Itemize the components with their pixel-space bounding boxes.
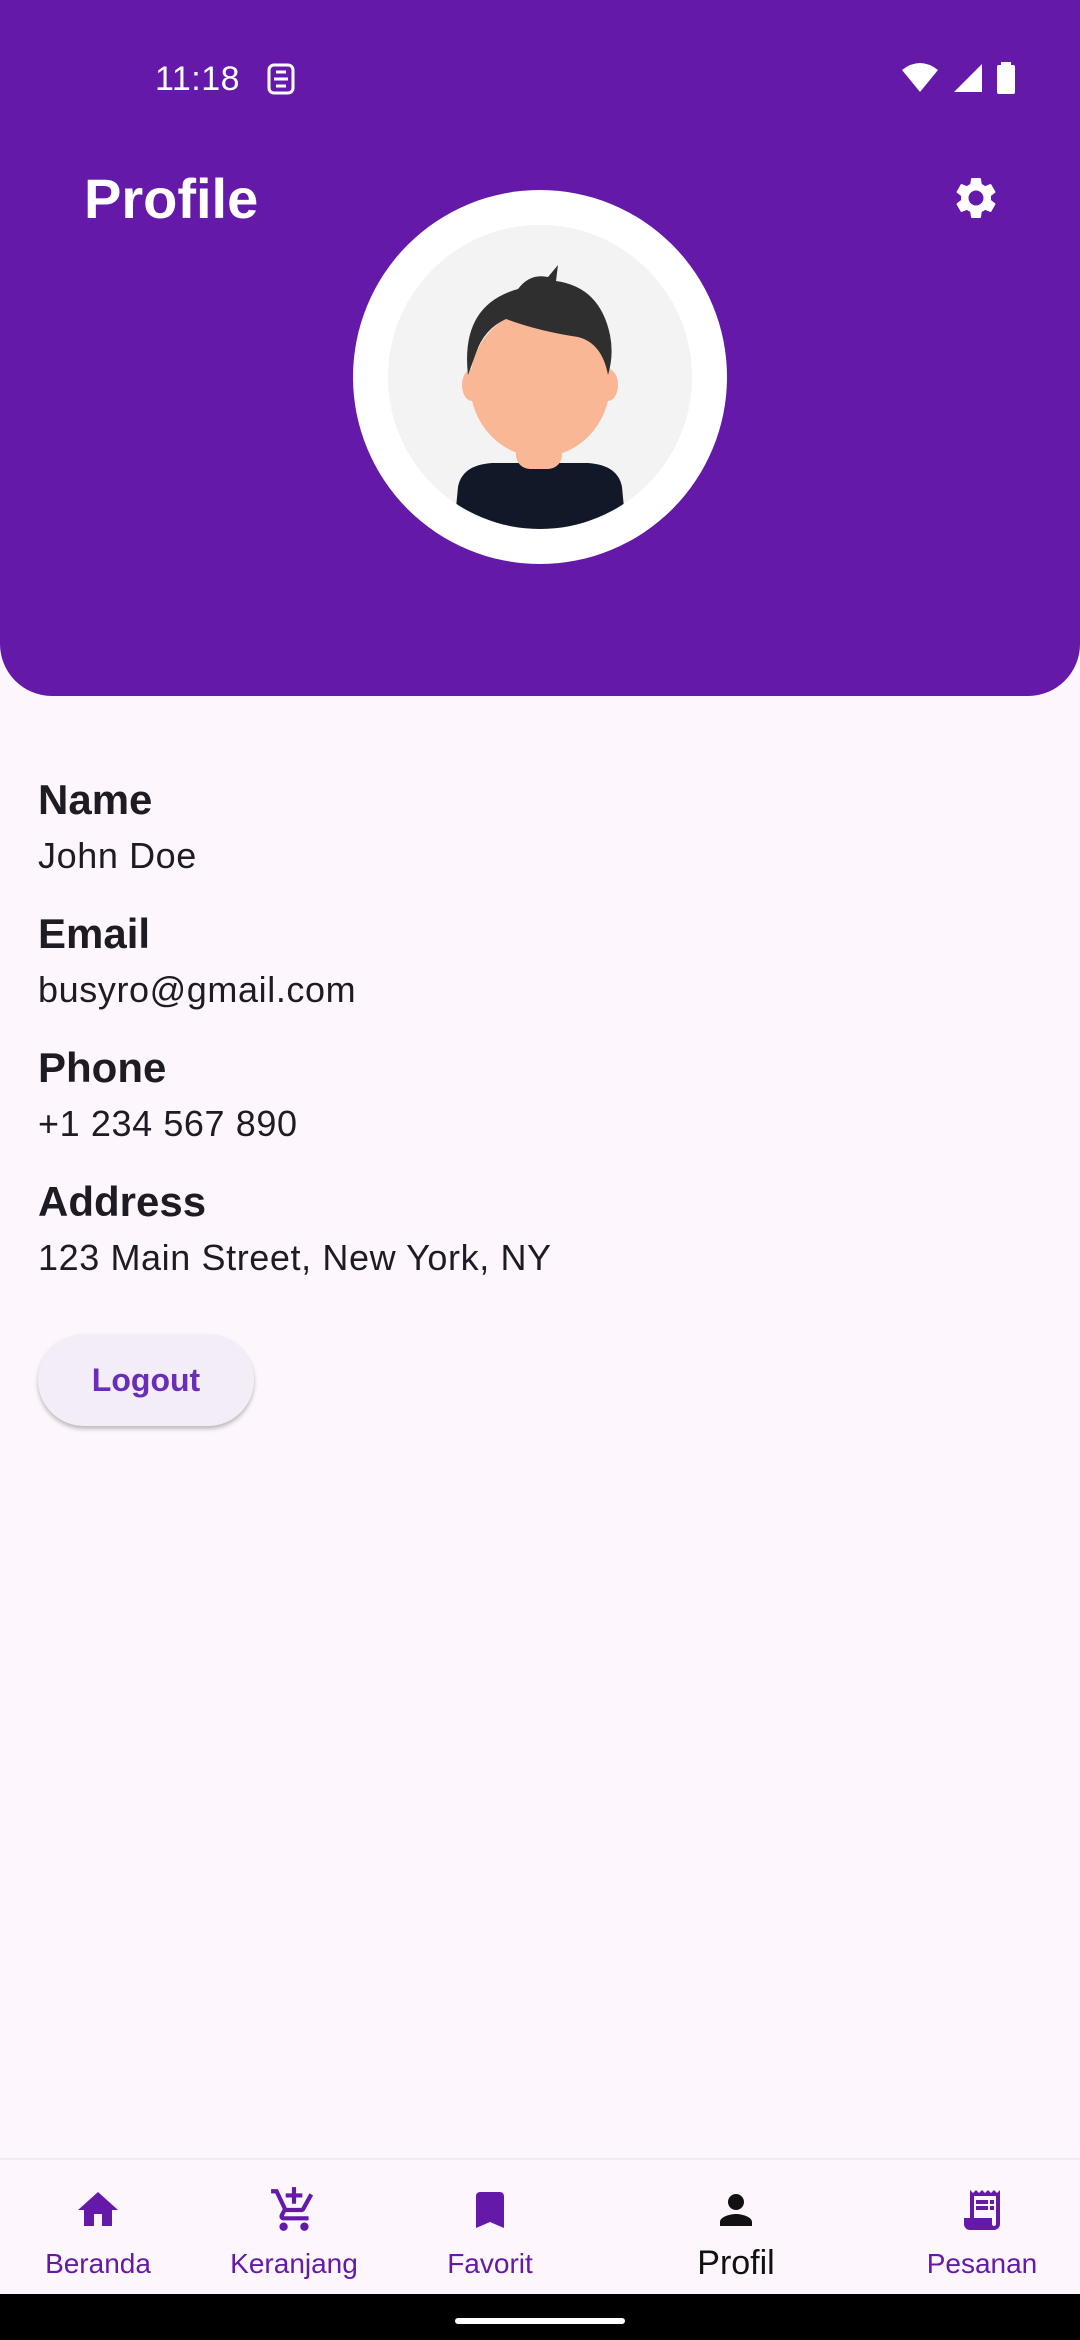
status-time: 11:18: [155, 60, 241, 98]
nav-item-pesanan[interactable]: Pesanan: [884, 2160, 1080, 2296]
profile-header: 11:18 Profile: [0, 0, 1080, 696]
settings-button[interactable]: [944, 168, 1008, 232]
nav-label-pesanan: Pesanan: [926, 2248, 1038, 2279]
status-bar: 11:18: [0, 0, 1080, 160]
page-title: Profile: [84, 167, 259, 230]
cart-add-icon: [266, 2182, 322, 2238]
nav-item-favorit[interactable]: Favorit: [392, 2160, 588, 2296]
avatar: [388, 225, 692, 529]
address-value: 123 Main Street, New York, NY: [38, 1237, 552, 1278]
home-icon: [70, 2182, 126, 2238]
email-label: Email: [38, 910, 151, 957]
email-field: Email busyro@gmail.com: [38, 904, 1038, 1016]
signal-icon: [952, 62, 984, 99]
nav-label-favorit: Favorit: [447, 2248, 533, 2279]
nav-item-keranjang[interactable]: Keranjang: [196, 2160, 392, 2296]
nav-label-beranda: Beranda: [45, 2248, 151, 2279]
name-field: Name John Doe: [38, 770, 1038, 882]
avatar-ring: [353, 190, 727, 564]
address-label: Address: [38, 1178, 207, 1225]
gesture-navigation-area: [0, 2294, 1080, 2340]
gear-icon: [951, 173, 1001, 228]
nav-item-beranda[interactable]: Beranda: [0, 2160, 196, 2296]
bottom-navigation: Beranda Keranjang Favorit Profil Pesanan: [0, 2158, 1080, 2296]
person-icon: [708, 2182, 764, 2238]
wifi-icon: [900, 62, 940, 99]
nav-label-keranjang: Keranjang: [230, 2248, 358, 2279]
battery-icon: [996, 62, 1016, 99]
receipt-icon: [954, 2182, 1010, 2238]
sim-card-icon: [265, 62, 297, 96]
email-value: busyro@gmail.com: [38, 969, 357, 1010]
nav-label-profil: Profil: [697, 2244, 775, 2282]
phone-label: Phone: [38, 1044, 167, 1091]
avatar-illustration: [388, 225, 692, 529]
phone-value: +1 234 567 890: [38, 1103, 298, 1144]
phone-field: Phone +1 234 567 890: [38, 1038, 1038, 1150]
bookmark-icon: [462, 2182, 518, 2238]
nav-item-profil[interactable]: Profil: [588, 2160, 884, 2296]
logout-button[interactable]: Logout: [38, 1334, 254, 1426]
name-value: John Doe: [38, 835, 197, 876]
profile-info: Name John Doe Email busyro@gmail.com Pho…: [38, 770, 1038, 1306]
address-field: Address 123 Main Street, New York, NY: [38, 1172, 1038, 1284]
gesture-handle[interactable]: [455, 2318, 625, 2324]
name-label: Name: [38, 776, 153, 823]
